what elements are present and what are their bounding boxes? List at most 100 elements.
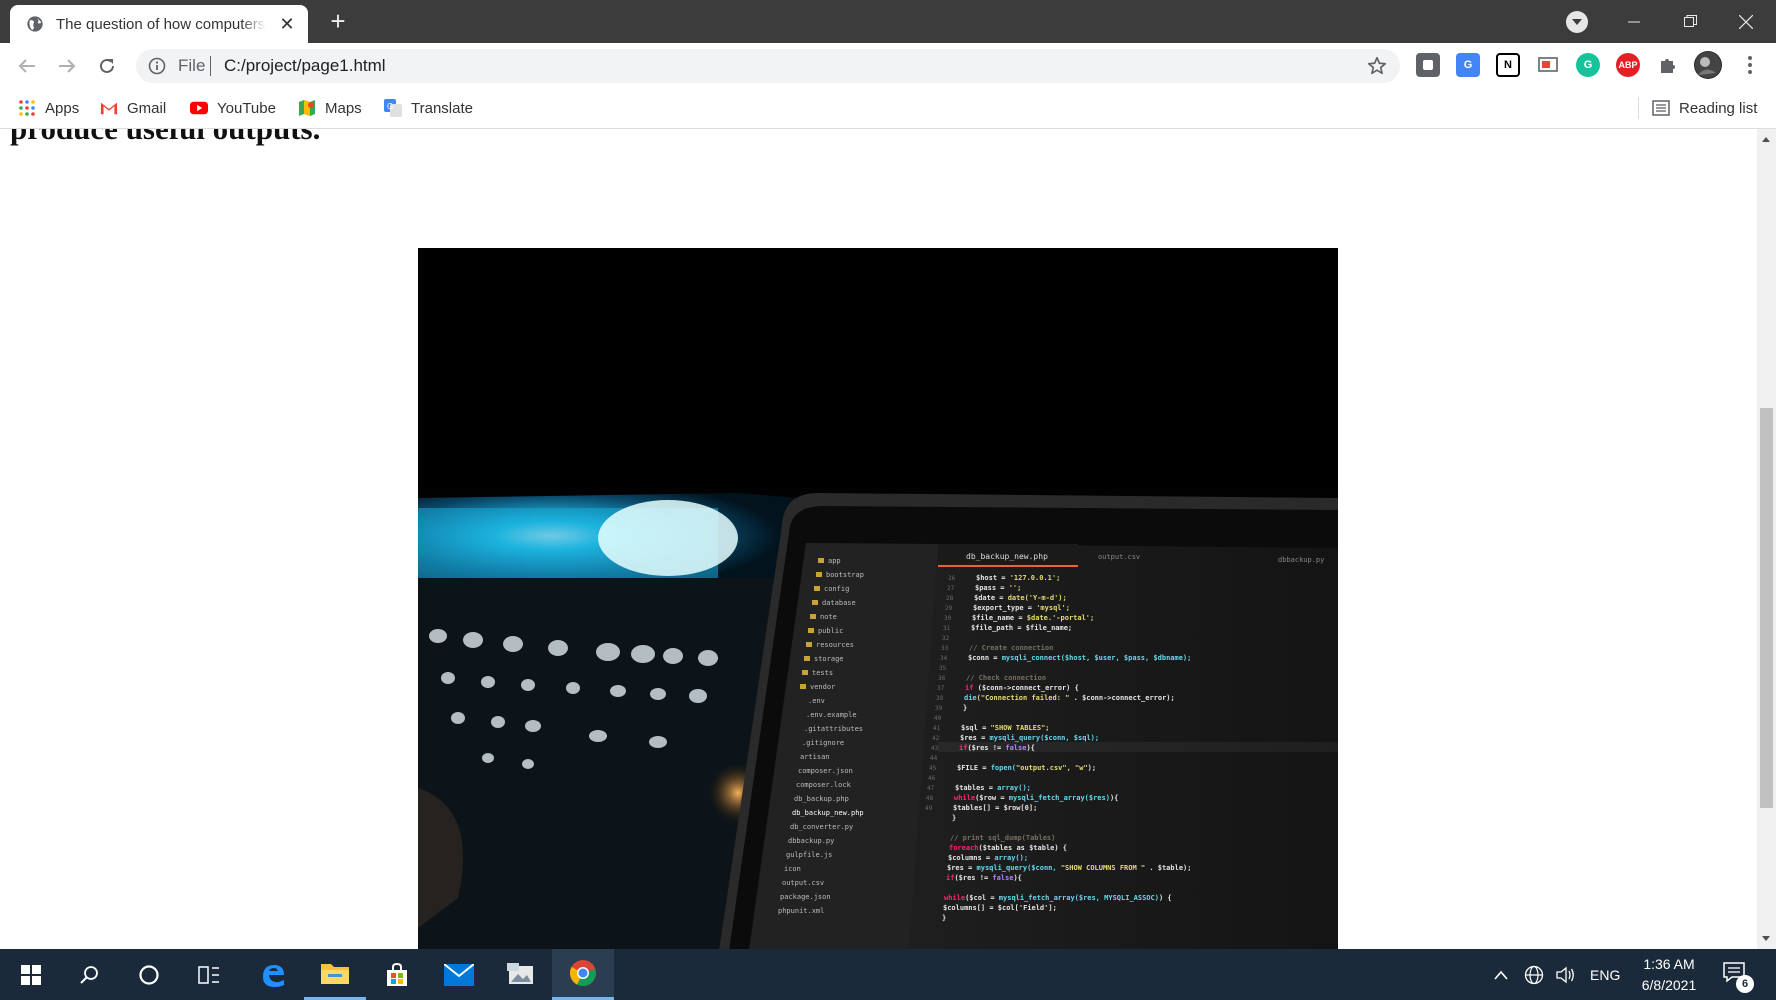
bookmark-star-icon[interactable] bbox=[1366, 55, 1388, 77]
svg-text:31: 31 bbox=[943, 625, 951, 632]
adblock-plus-extension-icon[interactable]: ABP bbox=[1616, 53, 1640, 77]
bookmark-apps[interactable]: Apps bbox=[18, 96, 79, 120]
avatar-icon bbox=[1695, 52, 1721, 78]
folder-icon bbox=[321, 964, 349, 984]
taskbar-file-explorer[interactable] bbox=[304, 949, 366, 1000]
svg-text:gulpfile.js: gulpfile.js bbox=[786, 851, 832, 859]
reading-list-button[interactable]: Reading list bbox=[1652, 96, 1757, 120]
url-text[interactable]: C:/project/page1.html bbox=[224, 56, 386, 76]
reload-button[interactable] bbox=[92, 51, 122, 81]
volume-button[interactable] bbox=[1556, 949, 1576, 1000]
svg-text:phpunit.xml: phpunit.xml bbox=[778, 907, 824, 915]
photo-viewer-icon bbox=[507, 962, 533, 984]
scrollbar-thumb[interactable] bbox=[1760, 408, 1773, 808]
start-button[interactable] bbox=[0, 949, 62, 1000]
cast-extension-icon[interactable] bbox=[1536, 53, 1560, 77]
svg-text:$res = mysqli_query($conn, $sq: $res = mysqli_query($conn, $sql); bbox=[960, 734, 1099, 742]
svg-text:36: 36 bbox=[938, 675, 946, 682]
svg-text:dbbackup.py: dbbackup.py bbox=[1278, 556, 1324, 564]
taskbar-photos-app[interactable] bbox=[490, 949, 552, 1000]
cortana-circle-icon bbox=[139, 964, 159, 985]
taskbar-clock[interactable]: 1:36 AM 6/8/2021 bbox=[1624, 954, 1714, 996]
network-button[interactable] bbox=[1524, 949, 1544, 1000]
tab-close-icon[interactable]: ✕ bbox=[278, 15, 296, 33]
article-image: app bootstrap config database note public re… bbox=[418, 248, 1338, 949]
close-window-button[interactable] bbox=[1718, 0, 1774, 43]
restore-button[interactable] bbox=[1662, 0, 1718, 43]
youtube-icon bbox=[190, 99, 208, 117]
site-info-icon[interactable] bbox=[148, 57, 166, 75]
scroll-down-arrow-icon[interactable] bbox=[1762, 936, 1770, 941]
taskbar-edge[interactable] bbox=[242, 949, 304, 1000]
edge-icon bbox=[263, 964, 284, 987]
svg-text:.env.example: .env.example bbox=[806, 711, 857, 719]
svg-text:.env: .env bbox=[808, 697, 825, 705]
url-separator bbox=[210, 56, 211, 76]
bookmark-label: YouTube bbox=[217, 99, 276, 117]
forward-button[interactable] bbox=[52, 51, 82, 81]
svg-text:.gitattributes: .gitattributes bbox=[804, 725, 863, 733]
svg-text:while($row = mysqli_fetch_arra: while($row = mysqli_fetch_array($res)){ bbox=[954, 794, 1118, 802]
extensions-puzzle-icon[interactable] bbox=[1656, 53, 1680, 77]
taskbar-chrome[interactable] bbox=[552, 949, 614, 1000]
puzzle-icon bbox=[1661, 59, 1675, 73]
store-bag-icon bbox=[387, 962, 407, 986]
bookmarks-divider bbox=[1638, 97, 1639, 119]
svg-text:47: 47 bbox=[927, 785, 935, 792]
minimize-button[interactable] bbox=[1606, 0, 1662, 43]
bookmark-translate[interactable]: G Translate bbox=[384, 96, 473, 120]
input-language-indicator[interactable]: ENG bbox=[1590, 949, 1620, 1000]
cortana-button[interactable] bbox=[118, 949, 180, 1000]
extension-glyph bbox=[1423, 60, 1433, 70]
svg-text:if($res != false){: if($res != false){ bbox=[946, 874, 1022, 882]
bookmark-maps[interactable]: Maps bbox=[298, 96, 362, 120]
svg-text:28: 28 bbox=[946, 595, 954, 602]
page-scrollbar[interactable] bbox=[1757, 129, 1776, 949]
svg-text:db_backup_new.php: db_backup_new.php bbox=[966, 552, 1048, 561]
more-options-icon[interactable] bbox=[1740, 52, 1760, 78]
action-center-button[interactable]: 6 bbox=[1722, 960, 1754, 993]
svg-text:$pass = '';: $pass = ''; bbox=[975, 584, 1021, 592]
svg-text:// Create connection: // Create connection bbox=[969, 644, 1053, 652]
windows-taskbar: ENG 1:36 AM 6/8/2021 6 bbox=[0, 949, 1776, 1000]
taskbar-store[interactable] bbox=[366, 949, 428, 1000]
close-icon bbox=[1739, 14, 1753, 29]
task-view-button[interactable] bbox=[178, 949, 240, 1000]
svg-text:29: 29 bbox=[945, 605, 953, 612]
svg-text:composer.json: composer.json bbox=[798, 767, 853, 775]
profile-avatar[interactable] bbox=[1694, 51, 1722, 79]
svg-text:composer.lock: composer.lock bbox=[796, 781, 852, 789]
bookmark-gmail[interactable]: Gmail bbox=[100, 96, 166, 120]
bookmark-youtube[interactable]: YouTube bbox=[190, 96, 276, 120]
show-hidden-icons-button[interactable] bbox=[1494, 949, 1508, 1000]
notion-extension-icon[interactable]: N bbox=[1496, 53, 1520, 77]
reading-list-icon bbox=[1652, 99, 1670, 117]
svg-text:artisan: artisan bbox=[800, 753, 830, 761]
chevron-up-icon bbox=[1494, 970, 1508, 980]
new-tab-button[interactable]: + bbox=[324, 8, 352, 36]
browser-tab-active[interactable]: The question of how computers can ✕ bbox=[10, 5, 308, 43]
svg-text:41: 41 bbox=[933, 725, 941, 732]
svg-text:die("Connection failed: " . $c: die("Connection failed: " . $conn->conne… bbox=[964, 694, 1175, 702]
svg-text:tests: tests bbox=[812, 669, 833, 677]
bookmark-label: Gmail bbox=[127, 99, 167, 117]
svg-text:storage: storage bbox=[814, 655, 844, 663]
url-scheme-label: File bbox=[178, 56, 206, 75]
grammarly-extension-icon[interactable]: G bbox=[1576, 53, 1600, 77]
google-translate-extension-icon[interactable]: G bbox=[1456, 53, 1480, 77]
back-button[interactable] bbox=[12, 51, 42, 81]
scroll-up-arrow-icon[interactable] bbox=[1762, 137, 1770, 142]
taskbar-mail[interactable] bbox=[428, 949, 490, 1000]
taskbar-search-button[interactable] bbox=[58, 949, 120, 1000]
tab-search-button[interactable] bbox=[1566, 11, 1588, 33]
svg-text:if ($conn->connect_error) {: if ($conn->connect_error) { bbox=[965, 684, 1079, 692]
svg-text:46: 46 bbox=[928, 775, 936, 782]
clock-time: 1:36 AM bbox=[1643, 956, 1695, 972]
svg-text:db_converter.py: db_converter.py bbox=[790, 823, 853, 831]
address-bar[interactable]: File C:/project/page1.html bbox=[136, 49, 1400, 83]
svg-text:dbbackup.py: dbbackup.py bbox=[788, 837, 834, 845]
cast-glyph bbox=[1538, 57, 1558, 72]
svg-text:app: app bbox=[828, 557, 841, 565]
svg-text:38: 38 bbox=[936, 695, 944, 702]
extension-icon[interactable] bbox=[1416, 53, 1440, 77]
